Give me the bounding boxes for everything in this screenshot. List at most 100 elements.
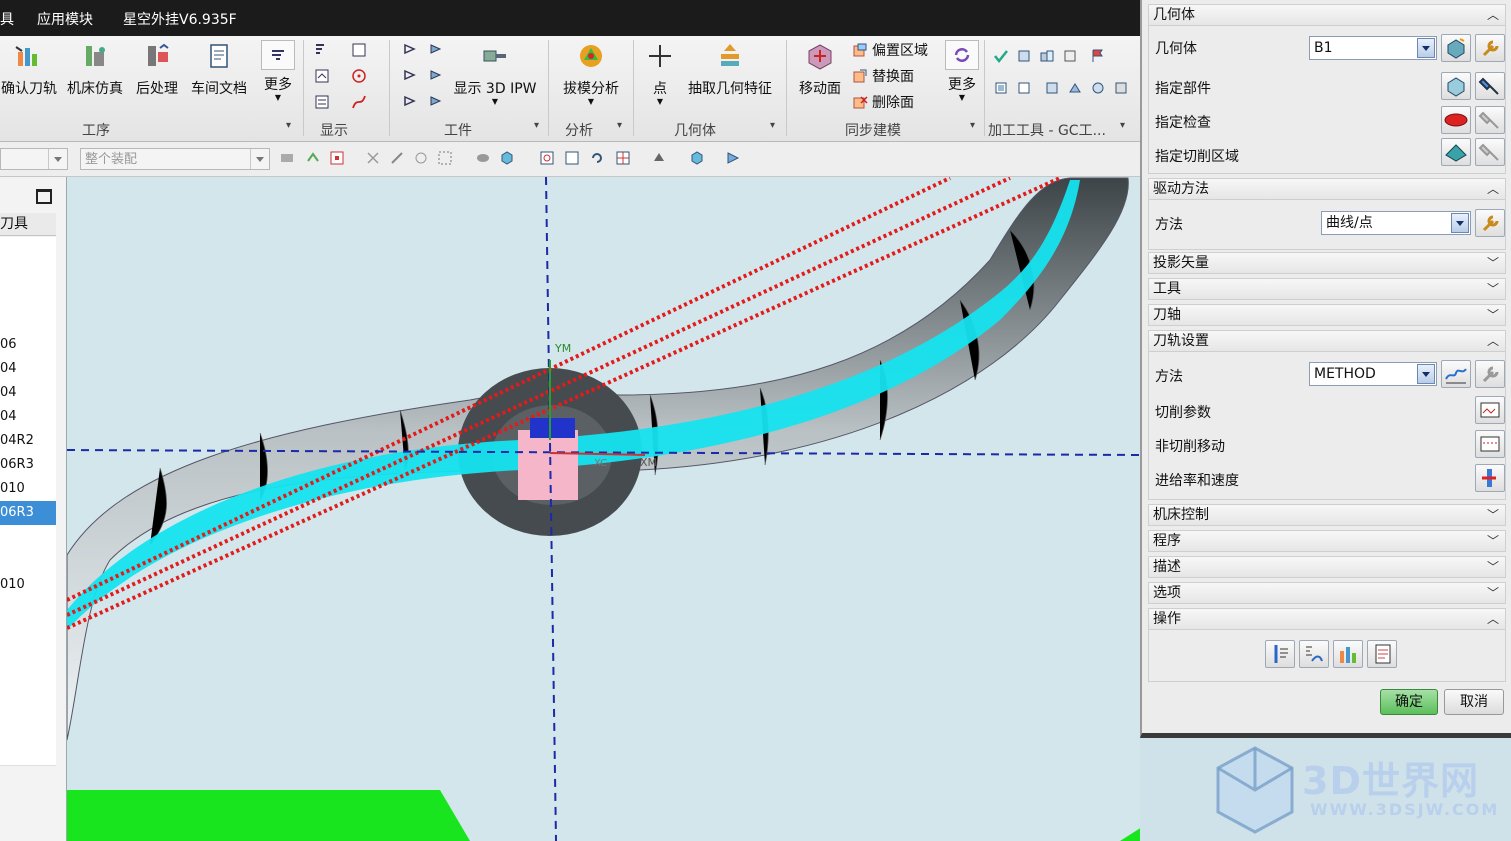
tool-column-header[interactable]: 刀具 [0, 213, 56, 236]
navigator-row[interactable]: 04 [0, 405, 56, 430]
workpiece-icon-1[interactable] [402, 42, 418, 58]
geometry-select[interactable]: B1 [1309, 36, 1437, 60]
select-icon-5[interactable] [390, 151, 404, 165]
group-expand-icon[interactable]: ▾ [770, 120, 775, 131]
display-check-button[interactable] [1475, 106, 1505, 134]
feeds-speeds-button[interactable] [1475, 464, 1505, 492]
navigator-row[interactable]: 04 [0, 357, 56, 382]
section-drive-method-header[interactable]: 驱动方法 ︿ [1148, 178, 1506, 200]
machine-sim-button[interactable]: 机床仿真 [64, 42, 126, 98]
menu-plugin[interactable]: 星空外挂V6.935F [123, 9, 237, 29]
navigator-row[interactable] [0, 525, 56, 550]
navigator-row[interactable] [0, 549, 56, 574]
generate-button[interactable] [1265, 640, 1295, 668]
delete-face-icon[interactable] [852, 94, 868, 110]
workpiece-icon-4[interactable] [428, 68, 444, 84]
delete-face-button[interactable]: 删除面 [872, 92, 914, 112]
group-expand-icon[interactable]: ▾ [970, 120, 975, 131]
navigator-row[interactable] [0, 621, 56, 646]
navigator-row[interactable] [0, 309, 56, 334]
navigator-row[interactable] [0, 717, 56, 742]
section-machine-control[interactable]: 机床控制 ﹀ [1148, 504, 1506, 526]
select-icon-2[interactable] [306, 151, 320, 165]
section-tool[interactable]: 工具 ﹀ [1148, 278, 1506, 300]
section-program[interactable]: 程序 ﹀ [1148, 530, 1506, 552]
extract-geometry-button[interactable]: 抽取几何特征 [683, 42, 777, 98]
menu-app-modules[interactable]: 应用模块 [37, 9, 93, 29]
group-expand-icon[interactable]: ▾ [286, 120, 291, 131]
new-method-button[interactable] [1441, 360, 1471, 388]
replay-button[interactable] [1299, 640, 1329, 668]
postprocess-button[interactable]: 后处理 [132, 42, 182, 98]
group-expand-icon[interactable]: ▾ [617, 120, 622, 131]
select-icon-4[interactable] [366, 151, 380, 165]
curve-icon[interactable] [351, 94, 367, 110]
select-icon-3[interactable] [330, 151, 344, 165]
select-icon-6[interactable] [414, 151, 428, 165]
ok-button[interactable]: 确定 [1380, 689, 1438, 715]
graphics-viewport[interactable]: YM XM XC [67, 177, 1140, 841]
group-expand-icon[interactable]: ▾ [534, 120, 539, 131]
target-icon[interactable] [351, 68, 367, 84]
point-button[interactable]: 点 ▼ [640, 42, 680, 106]
replace-face-icon[interactable] [852, 68, 868, 84]
display-icon-3[interactable] [314, 94, 330, 110]
section-description[interactable]: 描述 ﹀ [1148, 556, 1506, 578]
sync-more-button[interactable]: 更多 ▼ [940, 40, 984, 102]
type-filter-combo[interactable] [0, 148, 68, 170]
confirm-toolpath-button[interactable]: 确认刀轨 [0, 42, 58, 98]
select-part-button[interactable] [1441, 72, 1471, 100]
list-button[interactable] [1367, 640, 1397, 668]
view-cube-icon[interactable] [690, 151, 704, 165]
tool-icon-6[interactable] [1044, 80, 1060, 96]
select-icon-9[interactable] [500, 151, 514, 165]
display-icon-4[interactable] [351, 42, 367, 58]
section-geometry-header[interactable]: 几何体 ︿ [1148, 4, 1506, 26]
offset-region-button[interactable]: 偏置区域 [872, 40, 928, 60]
navigator-row[interactable]: 010 [0, 477, 56, 502]
section-projection-vector[interactable]: 投影矢量 ﹀ [1148, 252, 1506, 274]
navigator-row[interactable] [0, 285, 56, 310]
navigator-row[interactable] [0, 693, 56, 718]
section-options[interactable]: 选项 ﹀ [1148, 582, 1506, 604]
render-style-icon[interactable] [652, 151, 666, 165]
move-face-button[interactable]: 移动面 [793, 42, 847, 98]
tool-icon-8[interactable] [1090, 80, 1106, 96]
select-icon-1[interactable] [280, 151, 294, 165]
fit-view-icon[interactable] [540, 151, 554, 165]
navigator-row[interactable]: 010 [0, 573, 56, 598]
tool-icon-5[interactable] [1016, 80, 1032, 96]
maximize-icon[interactable] [36, 189, 52, 204]
operation-more-button[interactable]: 更多 ▼ [258, 40, 298, 102]
section-view-icon[interactable] [726, 151, 740, 165]
edit-geometry-button[interactable] [1475, 34, 1505, 62]
select-check-button[interactable] [1441, 106, 1471, 134]
navigator-row[interactable] [0, 261, 56, 286]
display-part-button[interactable] [1475, 72, 1505, 100]
flag-icon[interactable] [1090, 48, 1106, 64]
navigator-row[interactable]: 06R3 [0, 453, 56, 478]
draft-analysis-button[interactable]: 拔模分析 ▼ [556, 42, 626, 106]
tool-icon-1[interactable] [1016, 48, 1032, 64]
section-path-settings-header[interactable]: 刀轨设置 ︿ [1148, 330, 1506, 352]
navigator-row[interactable]: 04 [0, 381, 56, 406]
non-cut-moves-button[interactable] [1475, 430, 1505, 458]
workpiece-icon-2[interactable] [428, 42, 444, 58]
navigator-row[interactable] [0, 741, 56, 766]
navigator-row[interactable]: 06R3 [0, 501, 56, 526]
select-cut-region-button[interactable] [1441, 138, 1471, 166]
check-icon[interactable] [993, 48, 1009, 64]
navigator-row[interactable] [0, 597, 56, 622]
zoom-icon[interactable] [565, 151, 579, 165]
section-tool-axis[interactable]: 刀轴 ﹀ [1148, 304, 1506, 326]
navigator-row[interactable]: 06 [0, 333, 56, 358]
section-actions-header[interactable]: 操作 ︿ [1148, 608, 1506, 630]
path-method-select[interactable]: METHOD [1309, 362, 1437, 386]
tool-icon-7[interactable] [1067, 80, 1083, 96]
navigator-row[interactable] [0, 645, 56, 670]
replace-face-button[interactable]: 替换面 [872, 66, 914, 86]
tool-icon-9[interactable] [1113, 80, 1129, 96]
display-icon-1[interactable] [314, 42, 330, 58]
orient-icon[interactable] [616, 151, 630, 165]
new-geometry-button[interactable] [1441, 34, 1471, 62]
